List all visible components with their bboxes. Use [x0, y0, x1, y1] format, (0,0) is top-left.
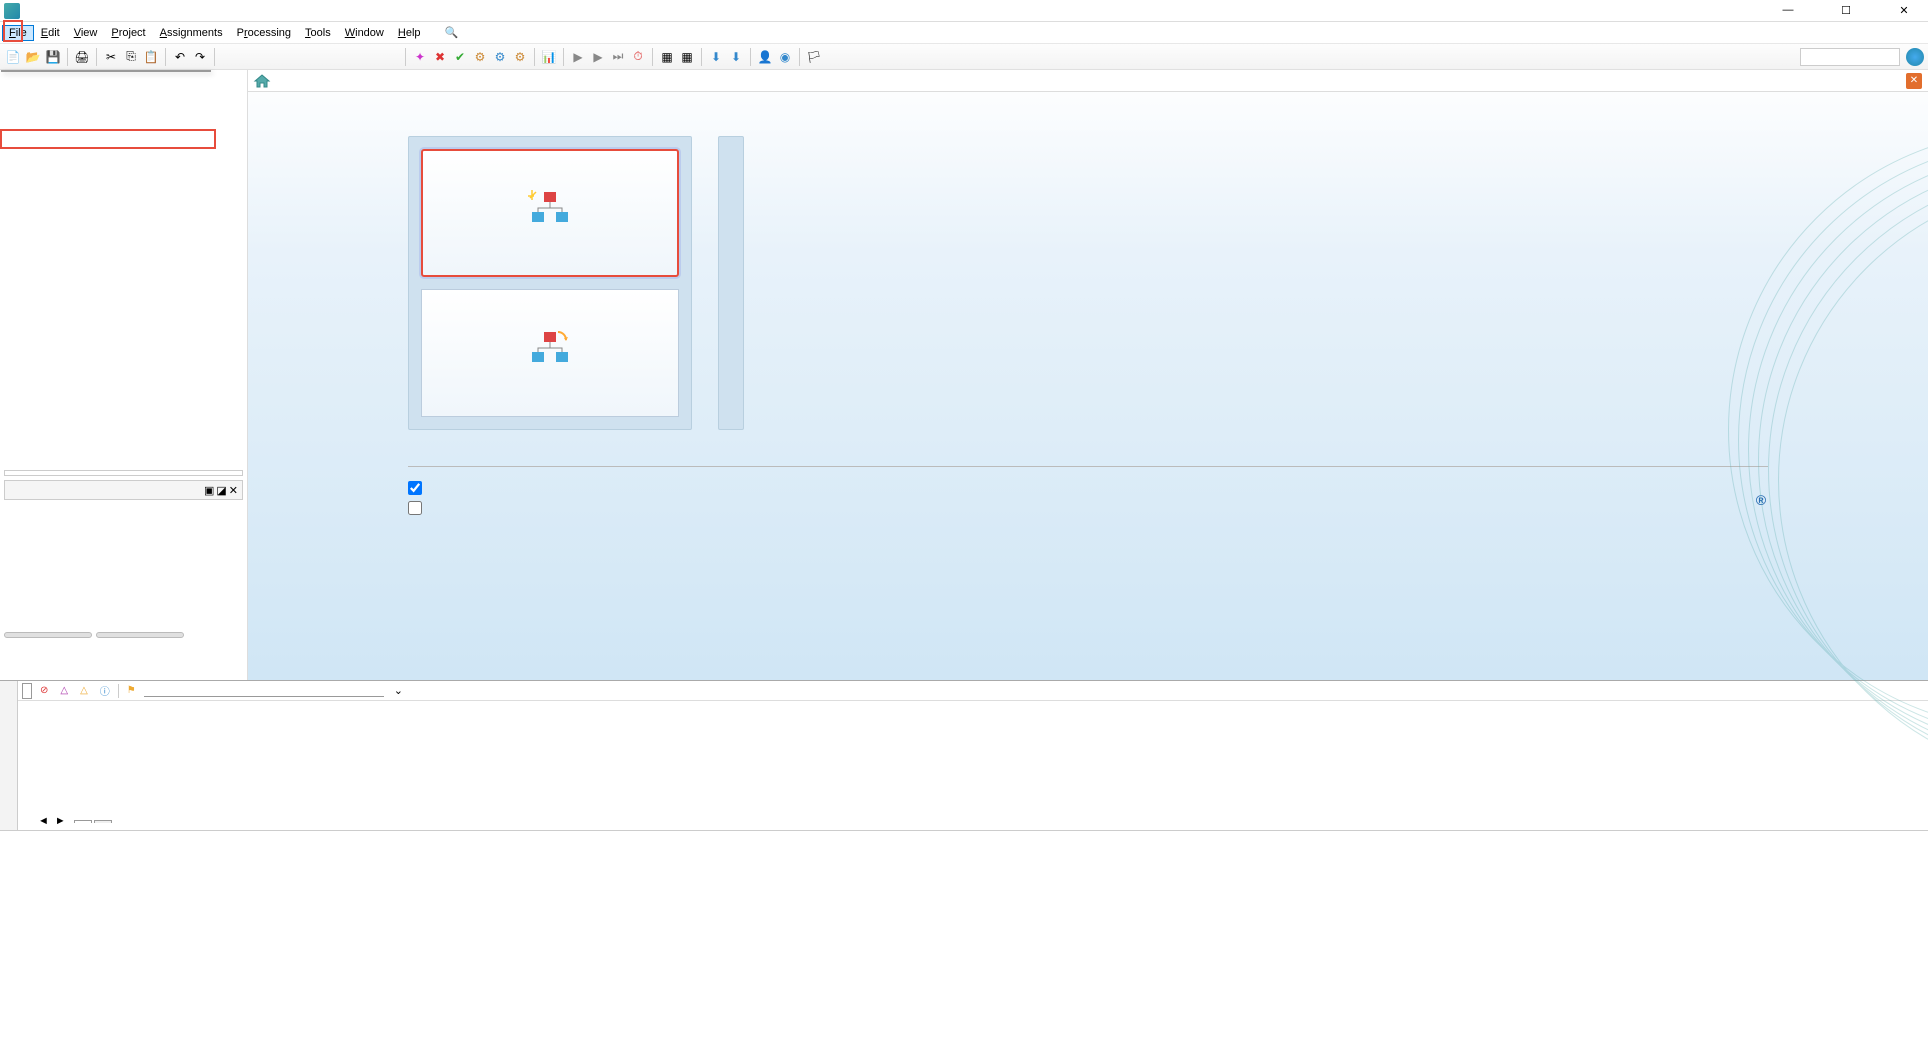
maximize-button[interactable]: ☐ — [1826, 4, 1866, 17]
menu-window[interactable]: Window — [338, 25, 391, 41]
menu-help[interactable]: Help — [391, 25, 428, 41]
close-after-load-checkbox[interactable] — [408, 481, 430, 495]
search-box[interactable] — [1800, 48, 1900, 66]
resize-handles[interactable] — [4, 632, 184, 640]
tb-wand-icon[interactable]: ✦ — [411, 48, 429, 66]
menu-processing[interactable]: Processing — [230, 25, 298, 41]
msg-tab-system[interactable] — [74, 820, 92, 823]
menu-project[interactable]: Project — [104, 25, 152, 41]
open-project-card[interactable] — [421, 289, 679, 417]
filter-flag-icon[interactable]: ⚑ — [123, 683, 140, 699]
tb-undo-icon[interactable]: ↶ — [171, 48, 189, 66]
tb-paste-icon[interactable]: 📋 — [142, 48, 160, 66]
tb-user-icon[interactable]: 👤 — [756, 48, 774, 66]
search-dropdown-icon[interactable]: ⌄ — [394, 684, 403, 697]
tb-chip1-icon[interactable]: ▦ — [658, 48, 676, 66]
tb-play2-icon[interactable]: ▶ — [589, 48, 607, 66]
dont-show-checkbox[interactable] — [408, 501, 430, 515]
menu-assignments[interactable]: Assignments — [153, 25, 230, 41]
tb-play-icon[interactable]: ▶ — [569, 48, 587, 66]
panel-popout-icon[interactable]: ◪ — [216, 484, 226, 497]
tab-bar: ✕ — [248, 70, 1928, 92]
menu-tools[interactable]: Tools — [298, 25, 338, 41]
tb-dl2-icon[interactable]: ⬇ — [727, 48, 745, 66]
tb-step-icon[interactable]: ⏭ — [609, 48, 627, 66]
tb-help-icon[interactable]: ◉ — [776, 48, 794, 66]
filter-error-icon[interactable]: ⊘ — [36, 683, 52, 699]
main-content: ✕ — [248, 70, 1928, 680]
filter-all[interactable] — [22, 683, 32, 699]
messages-search[interactable] — [144, 685, 384, 697]
customize-button[interactable] — [4, 470, 243, 476]
tb-flag-icon[interactable]: 🏳 — [805, 48, 823, 66]
tb-gear1-icon[interactable]: ⚙ — [471, 48, 489, 66]
tb-clock-icon[interactable]: ⏱ — [629, 48, 647, 66]
toolbar: 📄 📂 💾 🖨 ✂ ⎘ 📋 ↶ ↷ ✦ ✖ ✔ ⚙ ⚙ ⚙ 📊 ▶ ▶ ⏭ ⏱ … — [0, 44, 1928, 70]
panel-close-icon[interactable]: ✕ — [229, 484, 238, 497]
menubar: File Edit View Project Assignments Proce… — [0, 22, 1928, 44]
statusbar — [0, 830, 1928, 850]
tb-stop-icon[interactable]: ✖ — [431, 48, 449, 66]
search-input[interactable] — [1800, 48, 1900, 66]
annotation-npw-highlight — [0, 129, 216, 149]
menu-view[interactable]: View — [67, 25, 105, 41]
tb-print-icon[interactable]: 🖨 — [73, 48, 91, 66]
messages-header — [18, 701, 1928, 709]
tb-dl1-icon[interactable]: ⬇ — [707, 48, 725, 66]
tb-new-icon[interactable]: 📄 — [4, 48, 22, 66]
close-button[interactable]: ✕ — [1884, 4, 1924, 17]
altera-logo: ® — [1756, 481, 1768, 512]
app-icon — [4, 3, 20, 19]
filter-info-icon[interactable]: ⓘ — [96, 683, 114, 699]
tb-report-icon[interactable]: 📊 — [540, 48, 558, 66]
tb-gear3-icon[interactable]: ⚙ — [511, 48, 529, 66]
tb-save-icon[interactable]: 💾 — [44, 48, 62, 66]
globe-icon[interactable] — [1906, 48, 1924, 66]
panel-header: ▣ ◪ ✕ — [4, 480, 243, 500]
msg-tab-processing[interactable] — [94, 820, 112, 823]
menu-file[interactable]: File — [2, 25, 34, 41]
filter-warning-icon[interactable]: △ — [76, 683, 92, 699]
filter-critical-icon[interactable]: △ — [56, 683, 72, 699]
menu-edit[interactable]: Edit — [34, 25, 67, 41]
tb-cut-icon[interactable]: ✂ — [102, 48, 120, 66]
tb-redo-icon[interactable]: ↷ — [191, 48, 209, 66]
tb-copy-icon[interactable]: ⎘ — [122, 48, 140, 66]
minimize-button[interactable]: — — [1768, 4, 1808, 17]
home-icon[interactable] — [254, 74, 270, 88]
messages-panel: ⊘ △ △ ⓘ ⚑ ⌄ ◄► — [0, 680, 1928, 830]
tb-open-icon[interactable]: 📂 — [24, 48, 42, 66]
titlebar: — ☐ ✕ — [0, 0, 1928, 22]
left-sidebar: ▣ ◪ ✕ — [0, 70, 248, 680]
file-dropdown — [1, 70, 211, 72]
panel-pin-icon[interactable]: ▣ — [204, 484, 214, 497]
tab-close-icon[interactable]: ✕ — [1906, 73, 1922, 89]
menu-search-icon[interactable]: 🔍 — [438, 24, 466, 41]
tb-check-icon[interactable]: ✔ — [451, 48, 469, 66]
new-project-wizard-card[interactable] — [421, 149, 679, 277]
messages-vtab[interactable] — [0, 681, 18, 830]
tb-chip2-icon[interactable]: ▦ — [678, 48, 696, 66]
tb-gear2-icon[interactable]: ⚙ — [491, 48, 509, 66]
